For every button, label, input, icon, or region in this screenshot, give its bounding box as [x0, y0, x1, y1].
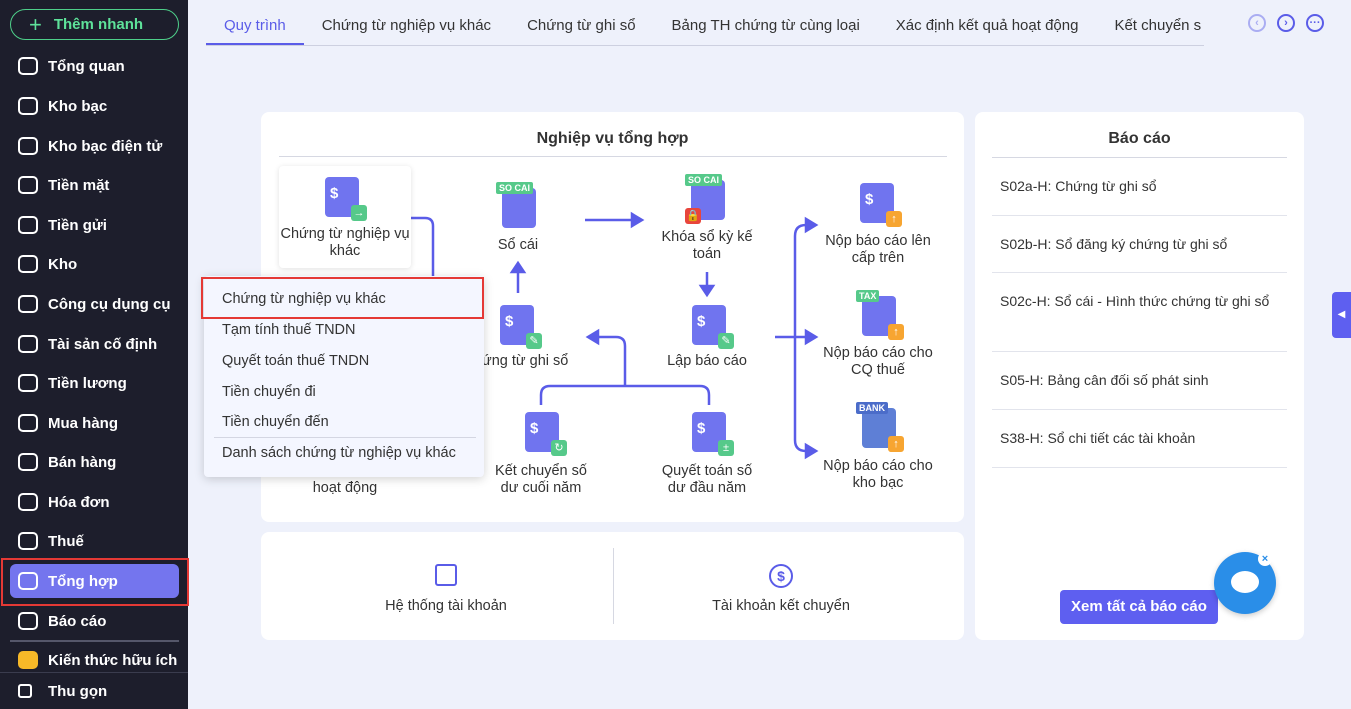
node-submit-tax[interactable]: Nộp báo cáo cho CQ thuế — [818, 345, 938, 379]
node-submit-treasury[interactable]: Nộp báo cáo cho kho bạc — [818, 458, 938, 492]
menu-item-voucher-list[interactable]: Danh sách chứng từ nghiệp vụ khác — [222, 445, 456, 461]
close-icon[interactable]: × — [1258, 552, 1272, 566]
divider — [613, 548, 614, 624]
ledger-icon: SO CAI — [496, 182, 536, 228]
report-link[interactable]: S02a-H: Chứng từ ghi sổ — [992, 158, 1287, 216]
pen-icon: ✎ — [718, 333, 734, 349]
report-up-icon: $ ↑ — [860, 183, 902, 227]
menu-item-transfer-in[interactable]: Tiền chuyển đến — [222, 414, 329, 430]
node-close-period[interactable]: Khóa sổ kỳ kế toán — [652, 229, 762, 263]
lock-ledger-icon: SO CAI 🔒 — [685, 174, 725, 224]
report-link[interactable]: S02b-H: Sổ đăng ký chứng từ ghi sổ — [992, 216, 1287, 273]
reports-title: Báo cáo — [1108, 130, 1171, 147]
dollar-icon: $ — [769, 564, 793, 588]
node-submit-superior[interactable]: Nộp báo cáo lên cấp trên — [818, 233, 938, 267]
node-ledger[interactable]: Sổ cái — [468, 237, 568, 254]
connector — [411, 216, 435, 276]
node-opening-settlement[interactable]: Quyết toán số dư đầu năm — [652, 463, 762, 497]
transfer-accounts-link[interactable]: Tài khoản kết chuyển — [681, 598, 881, 615]
refresh-icon: ↻ — [551, 440, 567, 456]
bank-icon: BANK ↑ — [856, 402, 904, 452]
arrow-badge-icon: → — [351, 205, 367, 221]
view-all-reports-button[interactable]: Xem tất cả báo cáo — [1060, 590, 1218, 624]
menu-item-provisional-tax[interactable]: Tạm tính thuế TNDN — [222, 322, 356, 338]
report-link[interactable]: S05-H: Bảng cân đối số phát sinh — [992, 352, 1287, 410]
lock-icon: 🔒 — [685, 208, 701, 224]
account-tree-icon — [435, 564, 457, 586]
node-make-report[interactable]: Lập báo cáo — [652, 353, 762, 370]
node-other-vouchers[interactable]: Chứng từ nghiệp vụ khác — [279, 226, 411, 260]
chart-of-accounts-link[interactable]: Hệ thống tài khoản — [346, 598, 546, 615]
divider — [214, 437, 476, 438]
node-record-vouchers[interactable]: ứng từ ghi sổ — [470, 353, 580, 370]
report-icon: $ ✎ — [692, 305, 734, 349]
record-voucher-icon: $ ✎ — [500, 305, 542, 349]
chat-icon — [1231, 571, 1259, 593]
calculator-icon: ± — [718, 440, 734, 456]
pen-icon: ✎ — [526, 333, 542, 349]
menu-item-transfer-out[interactable]: Tiền chuyển đi — [222, 384, 316, 400]
upload-icon: ↑ — [886, 211, 902, 227]
upload-icon: ↑ — [888, 436, 904, 452]
node-carry-forward[interactable]: Kết chuyển số dư cuối năm — [486, 463, 596, 497]
node-business-result[interactable]: hoạt động — [295, 480, 395, 497]
carry-forward-icon: $ ↻ — [525, 412, 567, 456]
side-panel-toggle[interactable]: ◀ — [1332, 292, 1351, 338]
settlement-icon: $ ± — [692, 412, 734, 456]
merge-arrow — [539, 335, 711, 405]
highlight-box — [201, 277, 484, 319]
upload-icon: ↑ — [888, 324, 904, 340]
report-link[interactable]: S02c-H: Sổ cái - Hình thức chứng từ ghi … — [992, 273, 1287, 352]
tax-report-icon: TAX ↑ — [856, 290, 904, 340]
voucher-icon: $ → — [325, 177, 367, 221]
report-link[interactable]: S38-H: Sổ chi tiết các tài khoản — [992, 410, 1287, 468]
menu-item-tax-settlement[interactable]: Quyết toán thuế TNDN — [222, 353, 369, 369]
